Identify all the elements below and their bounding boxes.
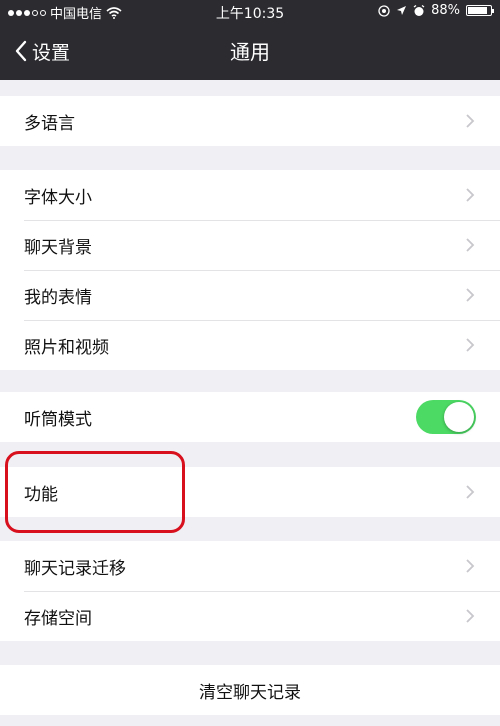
chevron-right-icon: [466, 559, 475, 573]
row-font-size[interactable]: 字体大小: [0, 170, 500, 220]
row-chat-background-label: 聊天背景: [24, 237, 92, 258]
chevron-right-icon: [466, 188, 475, 202]
battery-percent: 88%: [431, 3, 460, 18]
storage-group: 聊天记录迁移 存储空间: [0, 541, 500, 641]
status-bar: 中国电信 上午10:35 88%: [0, 0, 500, 22]
navigation-arrow-icon: [397, 6, 407, 15]
chevron-right-icon: [466, 238, 475, 252]
nav-bar: 设置 通用: [0, 22, 500, 80]
row-chat-background[interactable]: 聊天背景: [0, 220, 500, 270]
row-language-label: 多语言: [24, 113, 75, 134]
page-title: 通用: [230, 40, 270, 64]
row-earpiece-mode-label: 听筒模式: [24, 409, 92, 430]
chevron-right-icon: [466, 338, 475, 352]
row-chat-migration[interactable]: 聊天记录迁移: [0, 541, 500, 591]
language-group: 多语言: [0, 96, 500, 146]
display-group: 字体大小 聊天背景 我的表情 照片和视频: [0, 170, 500, 370]
earpiece-group: 听筒模式: [0, 392, 500, 442]
clear-chat-history-label: 清空聊天记录: [199, 682, 301, 703]
chevron-right-icon: [466, 288, 475, 302]
location-icon: [378, 4, 390, 17]
row-font-size-label: 字体大小: [24, 187, 92, 208]
chevron-right-icon: [466, 609, 475, 623]
highlight-annotation: [5, 451, 185, 533]
row-chat-migration-label: 聊天记录迁移: [24, 558, 126, 579]
chevron-right-icon: [466, 485, 475, 499]
row-photos-videos-label: 照片和视频: [24, 337, 109, 358]
top-bar: 中国电信 上午10:35 88% 设置 通用: [0, 0, 500, 80]
toggle-knob: [444, 402, 474, 432]
chevron-right-icon: [466, 114, 475, 128]
alarm-icon: [413, 4, 425, 16]
row-language[interactable]: 多语言: [0, 96, 500, 146]
row-storage-space-label: 存储空间: [24, 608, 92, 629]
row-photos-videos[interactable]: 照片和视频: [0, 320, 500, 370]
earpiece-toggle[interactable]: [416, 400, 476, 434]
battery-fill: [468, 7, 488, 14]
clear-chat-history-button[interactable]: 清空聊天记录: [0, 665, 500, 715]
row-my-stickers-label: 我的表情: [24, 287, 92, 308]
row-my-stickers[interactable]: 我的表情: [0, 270, 500, 320]
row-earpiece-mode: 听筒模式: [0, 392, 500, 442]
clear-group: 清空聊天记录: [0, 665, 500, 715]
row-storage-space[interactable]: 存储空间: [0, 591, 500, 641]
status-right: 88%: [378, 3, 494, 18]
battery-icon: [466, 5, 494, 16]
